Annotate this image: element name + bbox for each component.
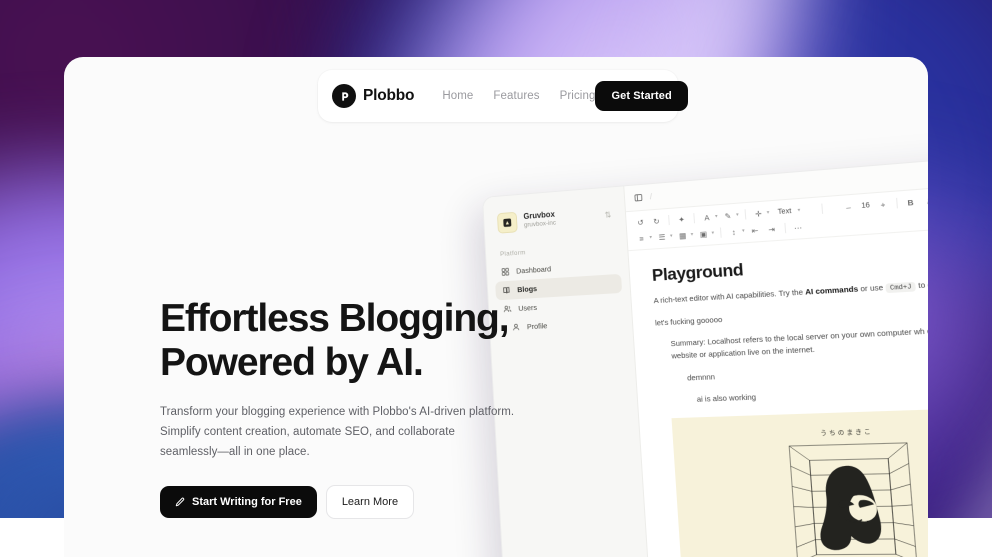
document-line: Summary: Localhost refers to the local s… bbox=[670, 322, 928, 363]
toolbar-separator bbox=[821, 203, 823, 213]
plus-icon[interactable]: + bbox=[876, 197, 890, 211]
document-image-block[interactable]: うちのまきこ bbox=[671, 406, 928, 557]
line-height-icon[interactable]: ↕ bbox=[727, 225, 740, 238]
chevron-down-icon[interactable]: ▾ bbox=[767, 210, 770, 216]
keyboard-shortcut: Cmd+J bbox=[885, 282, 916, 293]
chevron-updown-icon[interactable]: ⇅ bbox=[604, 210, 611, 219]
brand-logo[interactable]: Plobbo bbox=[332, 84, 414, 108]
book-icon bbox=[502, 286, 511, 295]
editor-document[interactable]: Playground A rich-text editor with AI ca… bbox=[628, 209, 928, 557]
brand-name: Plobbo bbox=[363, 87, 414, 105]
image-icon[interactable]: ▣ bbox=[697, 227, 710, 240]
hero-section: Effortless Blogging, Powered by AI. Tran… bbox=[160, 297, 590, 519]
text-style-dropdown[interactable]: Text bbox=[773, 207, 795, 216]
start-writing-button[interactable]: Start Writing for Free bbox=[160, 486, 317, 518]
chevron-down-icon[interactable]: ▾ bbox=[715, 213, 718, 219]
nav-links: Home Features Pricing bbox=[442, 90, 595, 102]
chevron-down-icon[interactable]: ▾ bbox=[797, 207, 800, 213]
chevron-down-icon[interactable]: ▾ bbox=[711, 230, 714, 236]
chevron-down-icon[interactable]: ▾ bbox=[742, 228, 745, 234]
outdent-icon[interactable]: ⇤ bbox=[748, 224, 761, 237]
nav-link-home[interactable]: Home bbox=[442, 90, 473, 102]
hero-actions: Start Writing for Free Learn More bbox=[160, 485, 590, 519]
workspace-switcher[interactable]: Gruvbox gruvbox-inc ⇅ bbox=[491, 199, 618, 239]
get-started-button[interactable]: Get Started bbox=[595, 81, 687, 111]
minus-icon[interactable]: – bbox=[841, 200, 855, 213]
app-main-panel: / ↺ ↻ ✦ A ▾ ✎ ▾ bbox=[624, 137, 928, 557]
undo-icon[interactable]: ↺ bbox=[634, 216, 647, 229]
intro-bold: AI commands bbox=[805, 284, 859, 296]
highlight-icon[interactable]: ✎ bbox=[721, 209, 734, 222]
grid-icon bbox=[501, 267, 510, 276]
text-color-icon[interactable]: A bbox=[700, 211, 713, 224]
workspace-subtitle: gruvbox-inc bbox=[524, 220, 556, 230]
start-writing-label: Start Writing for Free bbox=[192, 496, 302, 508]
toolbar-separator bbox=[745, 209, 747, 219]
workspace-logo-icon bbox=[497, 212, 518, 234]
nav-link-features[interactable]: Features bbox=[493, 90, 539, 102]
magic-wand-icon[interactable]: ✦ bbox=[675, 213, 688, 226]
sidebar-item-label: Blogs bbox=[517, 284, 537, 294]
italic-icon[interactable]: I bbox=[921, 194, 928, 208]
nav-link-pricing[interactable]: Pricing bbox=[560, 90, 596, 102]
page-title: Effortless Blogging, Powered by AI. bbox=[160, 297, 590, 384]
font-size-value[interactable]: 16 bbox=[859, 201, 872, 209]
chevron-down-icon[interactable]: ▾ bbox=[670, 233, 673, 239]
image-caption: うちのまきこ bbox=[820, 426, 873, 437]
slash-icon: / bbox=[650, 192, 653, 201]
toolbar-separator bbox=[720, 227, 722, 237]
toolbar-separator bbox=[896, 198, 898, 209]
more-horizontal-icon[interactable]: ⋯ bbox=[791, 220, 805, 233]
redo-icon[interactable]: ↻ bbox=[650, 215, 663, 228]
manga-illustration bbox=[782, 438, 923, 557]
list-icon[interactable]: ☰ bbox=[656, 230, 669, 243]
table-icon[interactable]: ▦ bbox=[676, 229, 689, 242]
bold-icon[interactable]: B bbox=[903, 195, 917, 209]
intro-prefix: A rich-text editor with AI capabilities.… bbox=[653, 287, 805, 305]
chevron-down-icon[interactable]: ▾ bbox=[736, 212, 739, 218]
chevron-down-icon[interactable]: ▾ bbox=[649, 234, 652, 240]
panel-left-icon[interactable] bbox=[634, 193, 643, 203]
font-size-icon[interactable]: ✛ bbox=[752, 207, 765, 220]
hero-subtitle: Transform your blogging experience with … bbox=[160, 403, 590, 463]
align-left-icon[interactable]: ≡ bbox=[635, 232, 648, 245]
indent-icon[interactable]: ⇥ bbox=[765, 222, 778, 235]
pencil-icon bbox=[175, 497, 185, 507]
toolbar-separator bbox=[784, 223, 786, 233]
sidebar-item-label: Dashboard bbox=[516, 264, 551, 275]
toolbar-separator bbox=[668, 215, 670, 225]
chevron-down-icon[interactable]: ▾ bbox=[691, 231, 694, 237]
landing-page-card: Gruvbox gruvbox-inc ⇅ Platform Dashboard bbox=[64, 57, 928, 557]
intro-mid: or use bbox=[858, 283, 886, 294]
plobbo-p-circle-icon bbox=[332, 84, 356, 108]
learn-more-button[interactable]: Learn More bbox=[326, 485, 414, 519]
intro-suffix: to o bbox=[916, 280, 928, 291]
toolbar-separator bbox=[693, 213, 695, 223]
navbar: Plobbo Home Features Pricing Get Started bbox=[318, 70, 678, 122]
workspace-text: Gruvbox gruvbox-inc bbox=[523, 210, 556, 230]
